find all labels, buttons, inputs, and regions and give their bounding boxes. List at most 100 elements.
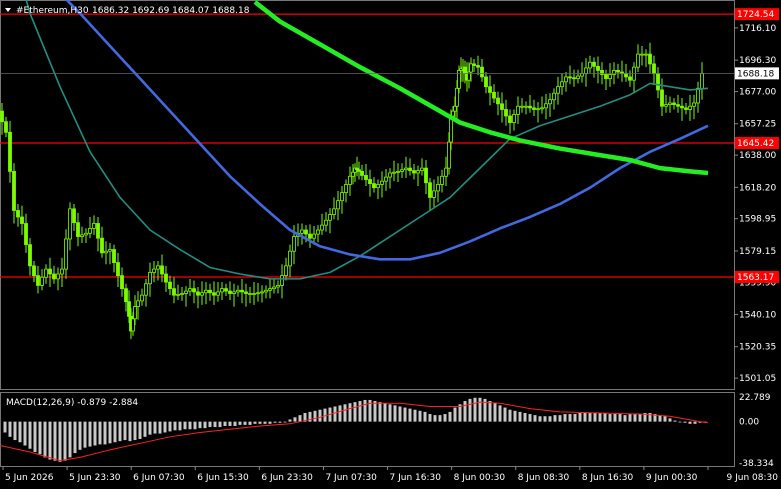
candle-body <box>596 65 600 71</box>
macd-bar <box>143 421 147 437</box>
macd-bar <box>253 421 257 424</box>
macd-bar <box>498 405 502 422</box>
candle-body <box>127 301 131 317</box>
macd-bar <box>313 410 317 422</box>
candle-body <box>484 76 488 88</box>
macd-bar <box>623 415 627 422</box>
candle-body <box>68 208 72 240</box>
macd-bar <box>73 421 77 454</box>
candle-body <box>524 105 528 108</box>
candle-body <box>424 167 428 184</box>
candle-body <box>236 289 240 293</box>
candle-body <box>372 183 376 189</box>
candle-body <box>332 208 336 215</box>
candle-body <box>552 92 556 101</box>
time-tick-label: 6 Jun 15:30 <box>197 473 249 483</box>
candle-body <box>72 208 76 224</box>
candle-body <box>288 250 292 267</box>
candle-body <box>76 222 80 237</box>
macd-bar <box>353 402 357 422</box>
macd-bar <box>288 419 292 422</box>
candle-body <box>216 291 220 296</box>
candle-body <box>96 223 100 239</box>
candle-body <box>436 184 440 192</box>
candle-body <box>556 86 560 94</box>
candle-body <box>144 283 148 296</box>
candle-body <box>112 249 116 263</box>
candle-body <box>480 66 484 78</box>
candle-body <box>676 104 680 107</box>
price-chart[interactable]: 1716.10 1696.30 1677.00 1657.25 1638.00 1618.… <box>0 0 781 489</box>
macd-bar <box>608 414 612 422</box>
level-label: 1724.54 <box>737 10 774 20</box>
candle-body <box>260 291 264 294</box>
macd-bar <box>453 407 457 422</box>
candle-body <box>192 288 196 293</box>
candle-body <box>612 70 616 75</box>
candle-body <box>344 184 348 193</box>
macd-bar <box>58 421 62 462</box>
macd-bar <box>123 421 127 441</box>
macd-bar <box>563 414 567 422</box>
candle-body <box>451 110 455 117</box>
macd-bar <box>333 406 337 422</box>
macd-bar <box>393 405 397 422</box>
macd-bar <box>593 412 597 422</box>
macd-bar <box>478 397 482 422</box>
candle-body <box>472 63 476 66</box>
macd-bar <box>463 401 467 422</box>
candle-body <box>32 265 36 277</box>
candle-body <box>400 169 404 172</box>
candle-body <box>528 105 532 109</box>
macd-bar <box>668 418 672 422</box>
macd-bar <box>378 402 382 422</box>
candle-body <box>44 268 48 278</box>
candle-body <box>280 275 284 286</box>
candle-body <box>108 249 112 252</box>
macd-bar <box>343 404 347 422</box>
candle-body <box>56 273 60 280</box>
candle-body <box>652 63 656 75</box>
macd-bar <box>48 421 52 460</box>
macd-bar <box>108 421 112 444</box>
time-tick-label: 9 Jun 00:30 <box>646 473 698 483</box>
candle-body <box>208 289 212 294</box>
candle-body <box>16 210 20 218</box>
candle-body <box>357 169 361 172</box>
candle-body <box>80 234 84 237</box>
candle-body <box>156 265 160 270</box>
macd-bar <box>243 421 247 425</box>
macd-bar <box>433 415 437 422</box>
macd-bar <box>533 415 537 422</box>
macd-bar <box>603 412 607 422</box>
candle-body <box>20 216 24 224</box>
candle-body <box>168 281 172 290</box>
candle-body <box>392 171 396 174</box>
macd-bar <box>293 417 297 422</box>
candle-body <box>508 115 512 123</box>
candle-body <box>12 170 16 211</box>
price-tick-label: 1657.25 <box>739 120 776 130</box>
time-tick-label: 8 Jun 08:30 <box>518 473 570 483</box>
candle-body <box>576 75 580 79</box>
candle-body <box>268 288 272 291</box>
macd-bar <box>63 421 67 461</box>
macd-bar <box>688 421 692 424</box>
candle-body <box>628 76 632 81</box>
candle-body <box>152 268 156 273</box>
macd-bar <box>28 421 32 449</box>
candle-body <box>340 192 344 202</box>
macd-bar <box>568 414 572 422</box>
candle-body <box>469 63 473 73</box>
macd-bar <box>508 409 512 422</box>
macd-bar <box>263 421 267 424</box>
candle-body <box>164 273 168 283</box>
macd-bar <box>103 421 107 445</box>
candle-body <box>496 97 500 105</box>
candle-body <box>232 291 236 294</box>
macd-bar <box>348 403 352 422</box>
candle-body <box>572 77 576 80</box>
ohlc-values: 1686.32 1692.69 1684.07 1688.18 <box>92 6 250 16</box>
candle-body <box>248 293 252 295</box>
candle-body <box>276 284 280 288</box>
